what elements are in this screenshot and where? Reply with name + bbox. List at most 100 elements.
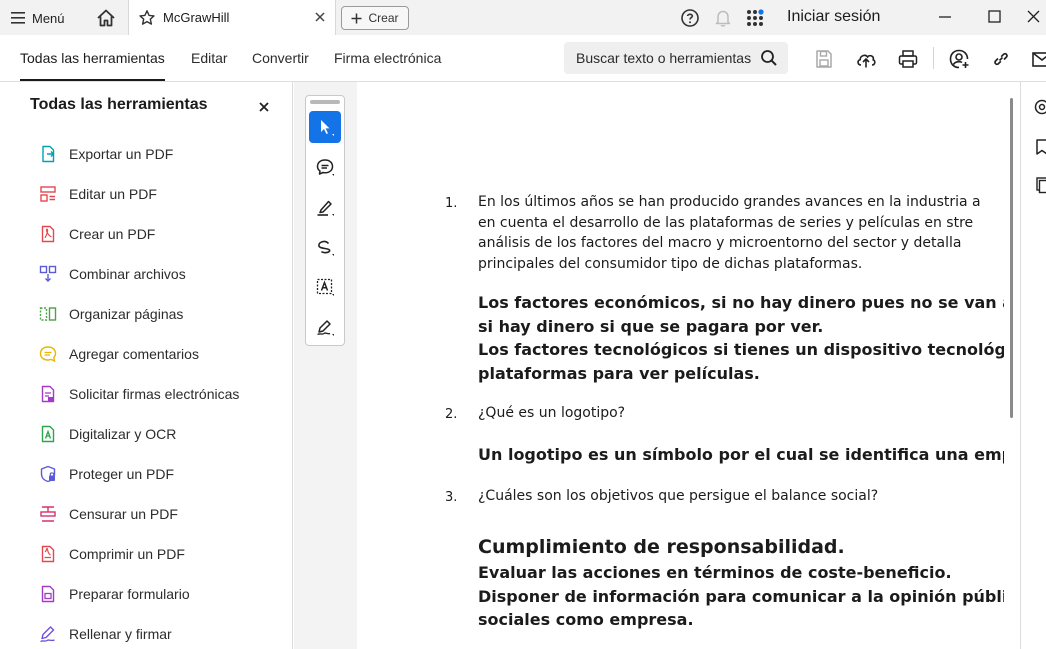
answer-3-title: Cumplimiento de responsabilidad. (478, 536, 845, 558)
tab-edit[interactable]: Editar (191, 50, 228, 66)
tool-item[interactable]: Digitalizar y OCR (38, 423, 278, 445)
tool-item[interactable]: Censurar un PDF (38, 503, 278, 525)
tool-item[interactable]: Proteger un PDF (38, 463, 278, 485)
create-label: Crear (368, 11, 399, 25)
comments-panel-icon[interactable] (1033, 98, 1046, 116)
answer-2-text: Un logotipo es un símbolo por el cual se… (478, 445, 1004, 464)
tool-item-label: Organizar páginas (69, 306, 184, 322)
tool-item[interactable]: Exportar un PDF (38, 143, 278, 165)
scrollbar-thumb[interactable] (1010, 98, 1013, 418)
search-input[interactable]: Buscar texto o herramientas (564, 42, 788, 74)
tool-item[interactable]: Agregar comentarios (38, 343, 278, 365)
tool-item[interactable]: Organizar páginas (38, 303, 278, 325)
text-line: principales del consumidor tipo de dicha… (478, 255, 863, 272)
notifications-icon[interactable] (713, 8, 733, 28)
email-icon[interactable] (1031, 48, 1046, 70)
question-number: 1. (445, 196, 458, 211)
organize-pages-icon (39, 307, 57, 321)
tool-item[interactable]: Preparar formulario (38, 583, 278, 605)
tool-item-label: Rellenar y firmar (69, 626, 172, 642)
quick-tools-toolbar (305, 95, 345, 346)
text-line: si hay dinero si que se pagara por ver. (478, 316, 824, 336)
text-line: Los factores tecnológicos si tienes un d… (478, 340, 1004, 359)
edit-pdf-icon (40, 186, 56, 202)
upload-cloud-icon[interactable] (855, 48, 877, 70)
scan-ocr-icon (41, 425, 55, 443)
panel-title: Todas las herramientas (30, 96, 208, 113)
tool-item-label: Exportar un PDF (69, 146, 174, 162)
text-line: en cuenta el desarrollo de las plataform… (478, 214, 974, 231)
fill-sign-icon (40, 626, 55, 643)
sign-in-link[interactable]: Iniciar sesión (787, 8, 880, 26)
close-panel-icon[interactable] (257, 100, 271, 114)
close-tab-icon[interactable] (313, 10, 327, 24)
help-icon[interactable] (680, 8, 700, 28)
combine-files-icon (39, 265, 57, 282)
tool-item[interactable]: Combinar archivos (38, 263, 278, 285)
home-icon[interactable] (95, 7, 117, 29)
draw-tool-button[interactable] (309, 231, 341, 263)
tool-item-label: Comprimir un PDF (69, 546, 185, 562)
tool-item-label: Agregar comentarios (69, 346, 199, 362)
document-tab[interactable]: McGrawHill (128, 0, 336, 35)
text-line: plataformas para ver películas. (478, 363, 760, 383)
tool-item-label: Crear un PDF (69, 226, 156, 242)
right-rail (1020, 82, 1046, 649)
tool-item[interactable]: Editar un PDF (38, 183, 278, 205)
toolbar-divider (933, 47, 934, 69)
main-toolbar: Todas las herramientas Editar Convertir … (0, 35, 1046, 82)
export-pdf-icon (42, 145, 55, 163)
maximize-icon[interactable] (982, 6, 1006, 28)
request-signature-icon (41, 385, 55, 403)
apps-grid-icon[interactable] (745, 8, 765, 28)
plus-icon (351, 13, 362, 23)
print-icon[interactable] (897, 48, 919, 70)
tab-all-tools[interactable]: Todas las herramientas (20, 50, 165, 81)
tool-item[interactable]: Comprimir un PDF (38, 543, 278, 565)
all-tools-panel: Todas las herramientas Exportar un PDF Ed… (0, 82, 293, 649)
link-icon[interactable] (990, 48, 1012, 70)
text-line: análisis de los factores del macro y mic… (478, 235, 962, 251)
tool-item-label: Censurar un PDF (69, 506, 178, 522)
share-user-icon[interactable] (948, 48, 970, 70)
question-number: 3. (445, 490, 458, 505)
text-line: sociales como empresa. (478, 610, 694, 629)
tool-item-label: Editar un PDF (69, 186, 157, 202)
tab-convert[interactable]: Convertir (252, 50, 309, 66)
close-window-icon[interactable] (1022, 6, 1046, 28)
tab-e-signature[interactable]: Firma electrónica (334, 50, 441, 66)
highlight-tool-button[interactable] (309, 191, 341, 223)
create-pdf-icon (41, 225, 55, 243)
select-tool-button[interactable] (309, 111, 341, 143)
comment-icon (316, 159, 334, 176)
title-bar: Menú McGrawHill Crear Iniciar sesión (0, 0, 1046, 35)
text-box-icon (316, 278, 334, 296)
text-box-tool-button[interactable] (309, 271, 341, 303)
answer-3-text: Evaluar las acciones en términos de cost… (478, 561, 1004, 632)
bookmark-icon[interactable] (1033, 138, 1046, 156)
tool-item[interactable]: Crear un PDF (38, 223, 278, 245)
text-line: Evaluar las acciones en términos de cost… (478, 563, 952, 582)
protect-pdf-icon (40, 465, 56, 483)
minimize-icon[interactable] (933, 6, 957, 28)
highlighter-icon (317, 200, 334, 216)
hamburger-icon (11, 12, 25, 24)
save-icon[interactable] (813, 48, 835, 70)
tool-item[interactable]: Rellenar y firmar (38, 623, 278, 645)
pages-thumbnail-icon[interactable] (1033, 176, 1046, 194)
toolbar-grip[interactable] (310, 100, 340, 104)
comment-icon (39, 346, 57, 363)
tab-title: McGrawHill (163, 10, 230, 25)
sign-tool-button[interactable] (309, 311, 341, 343)
create-button[interactable]: Crear (341, 6, 409, 30)
compress-pdf-icon (41, 545, 55, 563)
star-icon[interactable] (138, 9, 156, 27)
answer-1-text: Los factores económicos, si no hay diner… (478, 291, 1004, 385)
vertical-scrollbar[interactable] (1004, 82, 1020, 649)
menu-button[interactable]: Menú (10, 6, 65, 30)
comment-tool-button[interactable] (309, 151, 341, 183)
tool-item-label: Preparar formulario (69, 586, 190, 602)
question-1-text: En los últimos años se han producido gra… (478, 192, 981, 274)
question-3-text: ¿Cuáles son los objetivos que persigue e… (478, 488, 879, 504)
tool-item[interactable]: Solicitar firmas electrónicas (38, 383, 278, 405)
